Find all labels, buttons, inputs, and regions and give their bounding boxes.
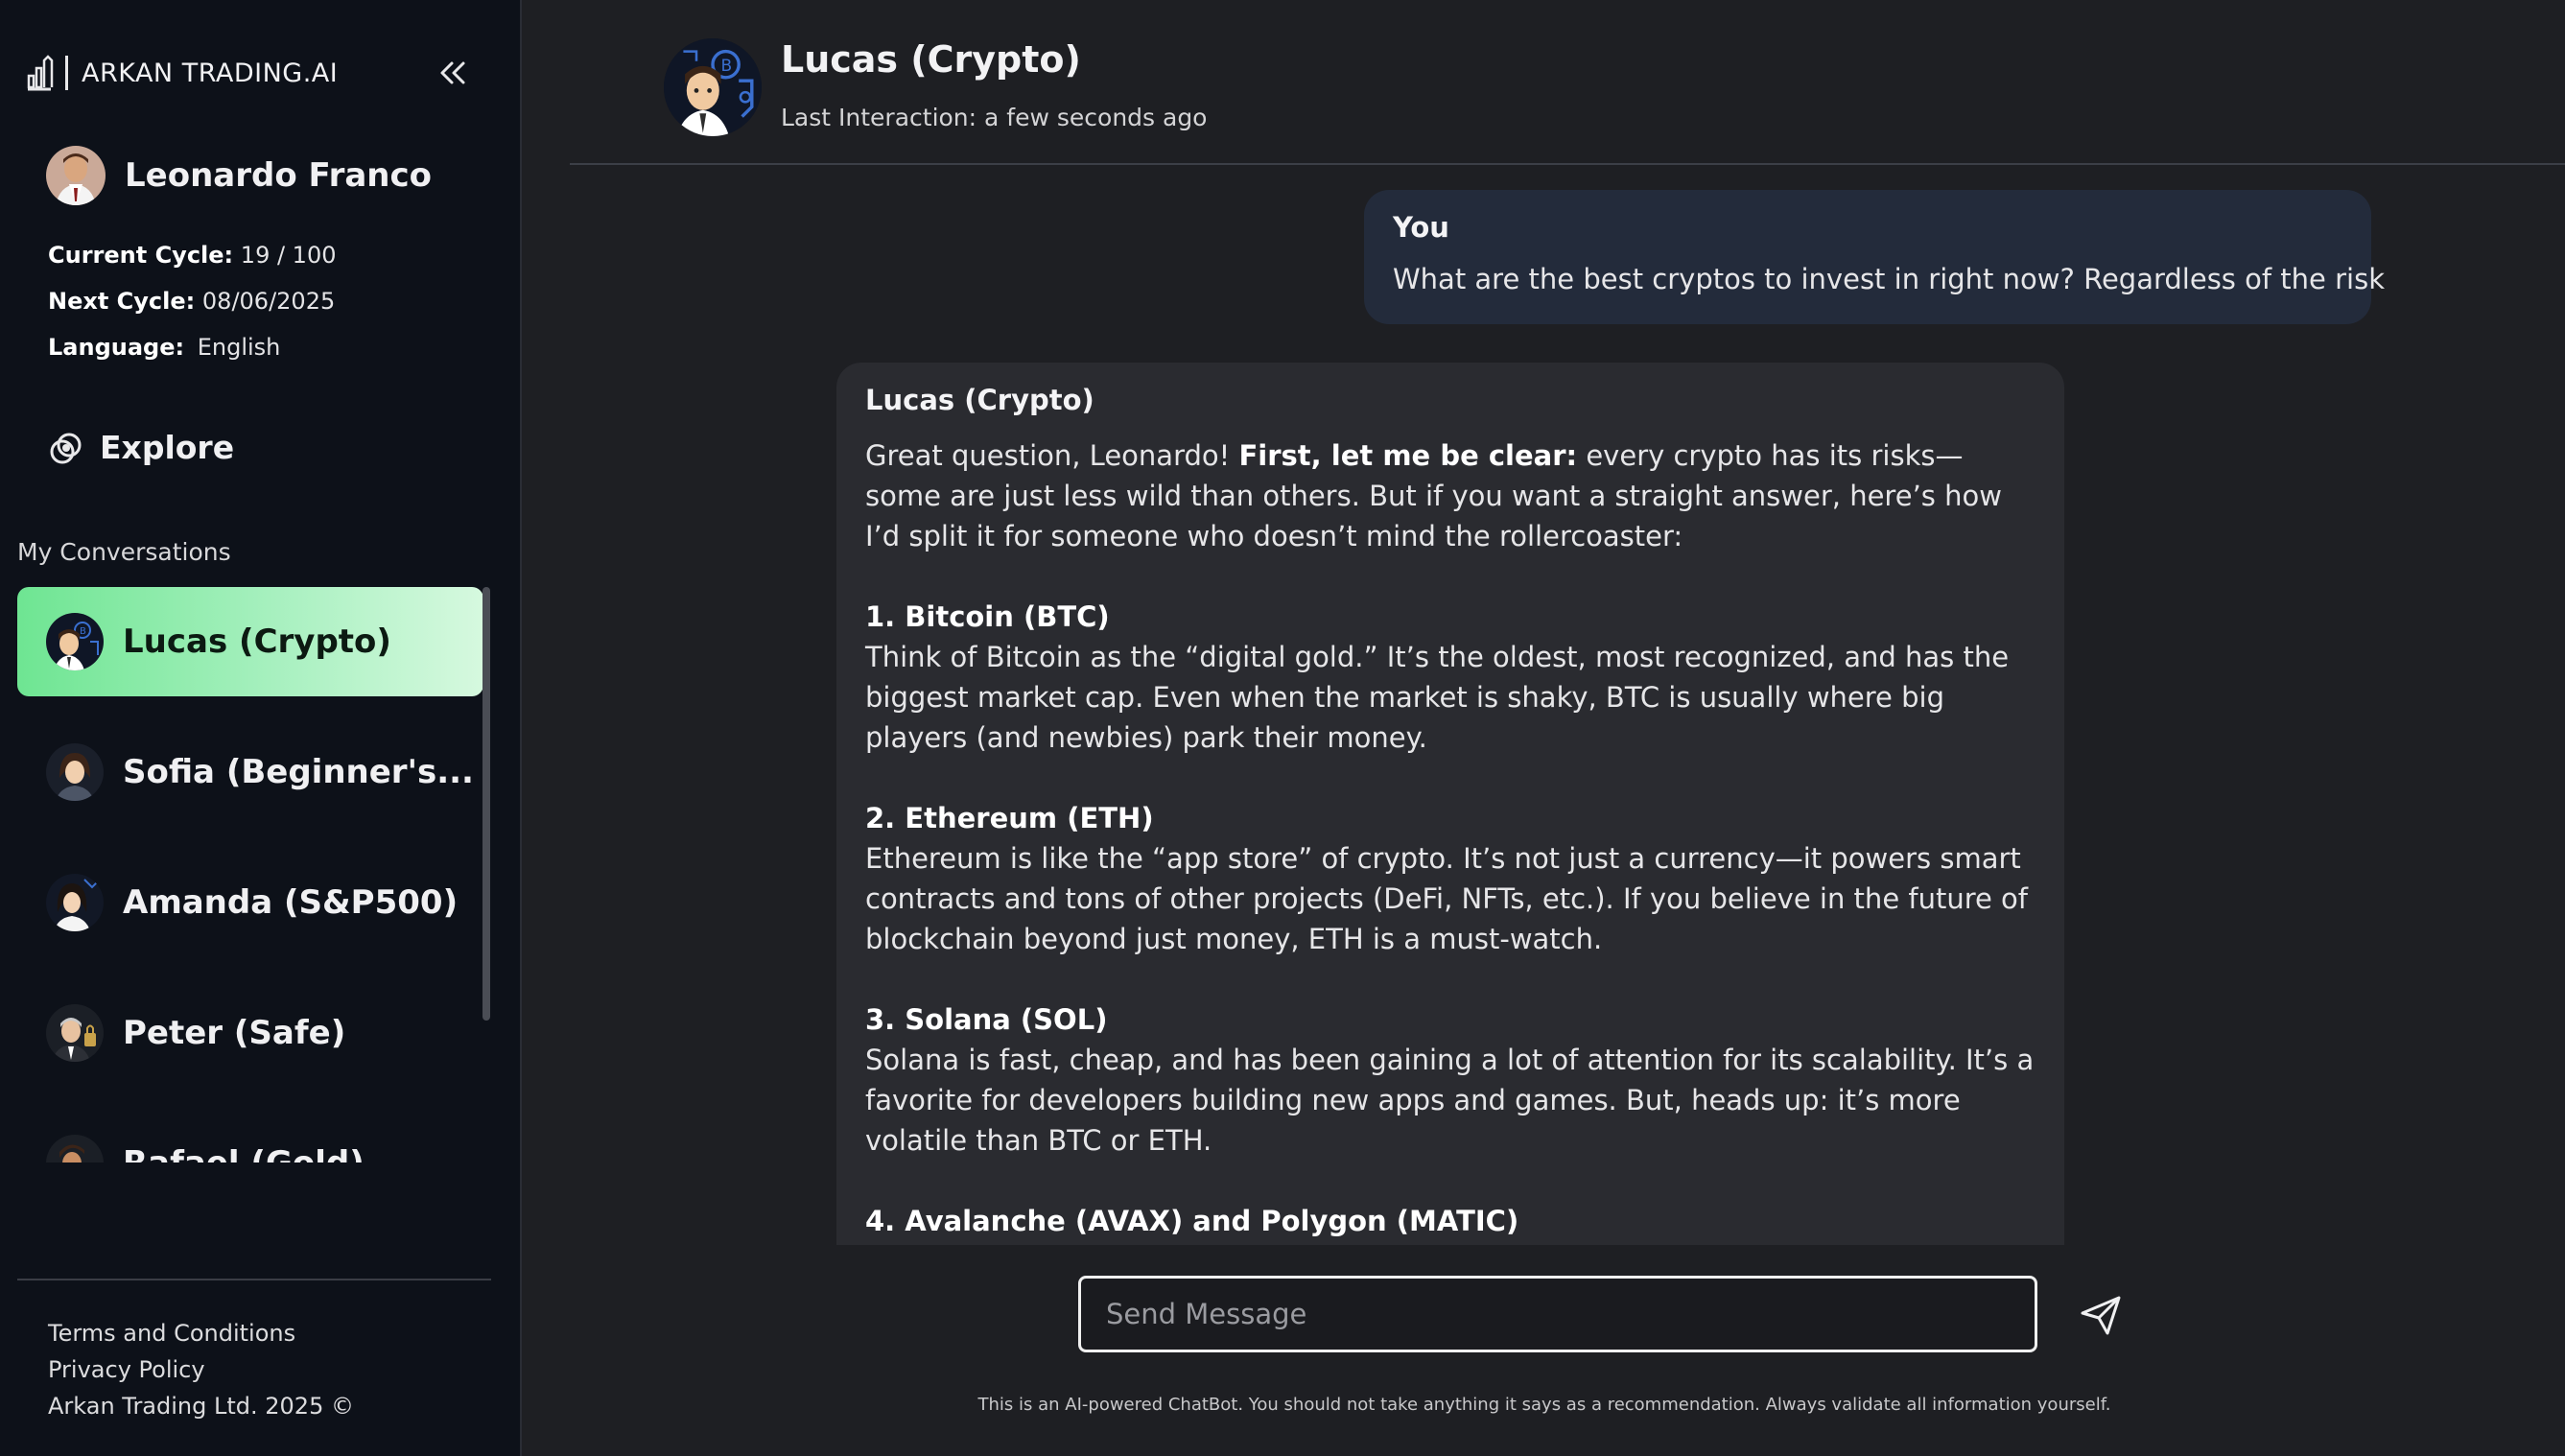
avatar [46,874,104,931]
sofia-avatar-icon [46,743,104,801]
heading-avalanche-polygon: 4. Avalanche (AVAX) and Polygon (MATIC) [865,1205,1519,1237]
user-avatar-icon [46,146,106,205]
nav-explore[interactable]: Explore [48,429,234,466]
double-chevron-left-icon [440,61,465,84]
message-composer[interactable] [1078,1276,2037,1352]
language-setting[interactable]: Language: English [48,334,280,361]
svg-text:B: B [80,626,86,637]
bot-message: Lucas (Crypto) Great question, Leonardo!… [836,363,2064,1245]
current-cycle: Current Cycle: 19 / 100 [48,242,337,269]
sidebar: ARKAN TRADING.AI Leonardo Franco Current… [0,0,522,1456]
brand[interactable]: ARKAN TRADING.AI [25,54,338,92]
message-heading: 4. Avalanche (AVAX) and Polygon (MATIC) [865,1201,2036,1241]
conversation-list[interactable]: B Lucas (Crypto) Sofia (Beginner's... Am… [17,587,485,1162]
heading-solana: 3. Solana (SOL) [865,1003,1108,1036]
rafael-avatar-icon [46,1135,104,1162]
message-author: Lucas (Crypto) [865,384,1094,416]
conversation-label: Sofia (Beginner's... [123,753,474,791]
intro-emphasis: First, let me be clear: [1238,439,1578,472]
message-paragraph: Ethereum is like the “app store” of cryp… [865,842,2029,955]
conversation-label: Lucas (Crypto) [123,622,391,661]
conversation-item-lucas[interactable]: B Lucas (Crypto) [17,587,483,696]
lucas-avatar-icon: B [46,613,104,670]
conversation-item-amanda[interactable]: Amanda (S&P500) [17,848,483,957]
current-cycle-label: Current Cycle: [48,242,234,269]
conversation-label: Peter (Safe) [123,1014,346,1052]
disclaimer: This is an AI-powered ChatBot. You shoul… [977,1395,2111,1415]
language-label: Language: [48,334,185,361]
paper-plane-icon [2081,1296,2121,1335]
user-profile[interactable]: Leonardo Franco [46,146,432,205]
conversation-label: Rafael (Gold) [123,1144,365,1162]
conversation-scrollbar[interactable] [482,587,490,1021]
terms-link[interactable]: Terms and Conditions [48,1320,295,1347]
avatar [46,1135,104,1162]
user-message: You What are the best cryptos to invest … [1364,190,2385,324]
peter-avatar-icon [46,1004,104,1062]
heading-ethereum: 2. Ethereum (ETH) [865,802,1154,834]
current-cycle-value: 19 / 100 [240,242,337,269]
message-paragraph: Great question, Leonardo! First, let me … [865,435,2036,556]
message-text: Great question, Leonardo! First, let me … [865,435,2036,1241]
sidebar-divider [17,1279,491,1280]
copyright-text: Arkan Trading Ltd. 2025 © [48,1393,354,1420]
amanda-avatar-icon [46,874,104,931]
next-cycle-label: Next Cycle: [48,288,196,315]
privacy-link[interactable]: Privacy Policy [48,1356,205,1383]
language-value: English [197,334,281,361]
svg-text:B: B [721,57,733,76]
next-cycle-value: 08/06/2025 [201,288,336,315]
message-heading: 3. Solana (SOL) [865,999,2036,1040]
send-button[interactable] [2076,1290,2126,1340]
conversation-item-rafael[interactable]: Rafael (Gold) [17,1109,483,1162]
message-author: You [1393,211,1449,244]
message-list[interactable]: You What are the best cryptos to invest … [524,165,2565,1245]
explore-label: Explore [100,429,235,466]
avatar [46,1004,104,1062]
intro-text: Great question, Leonardo! [865,439,1239,472]
conversation-item-sofia[interactable]: Sofia (Beginner's... [17,717,483,827]
lucas-avatar-icon: B [664,38,762,136]
avatar: B [664,38,762,136]
message-heading: 1. Bitcoin (BTC) [865,597,2036,637]
brand-separator [65,56,68,90]
message-text: What are the best cryptos to invest in r… [1393,263,2385,295]
conversation-label: Amanda (S&P500) [123,883,459,922]
last-interaction: Last Interaction: a few seconds ago [781,104,1208,131]
brand-name: ARKAN TRADING.AI [82,58,339,88]
user-name: Leonardo Franco [125,156,433,195]
message-paragraph: Solana is fast, cheap, and has been gain… [865,1044,2035,1157]
chat-panel: B Lucas (Crypto) Last Interaction: a few… [524,0,2565,1456]
avatar [46,146,106,205]
message-heading: 2. Ethereum (ETH) [865,798,2036,838]
message-input[interactable] [1106,1298,2010,1330]
chat-title: Lucas (Crypto) [781,38,1081,81]
conversations-heading: My Conversations [17,538,231,566]
next-cycle: Next Cycle: 08/06/2025 [48,288,335,315]
chat-header: B Lucas (Crypto) Last Interaction: a few… [524,0,2565,165]
collapse-sidebar-button[interactable] [434,56,472,90]
heading-bitcoin: 1. Bitcoin (BTC) [865,600,1110,633]
compass-rings-icon [50,433,82,463]
chart-bars-icon [27,55,54,91]
message-paragraph: Think of Bitcoin as the “digital gold.” … [865,641,2010,754]
conversation-item-peter[interactable]: Peter (Safe) [17,978,483,1088]
avatar: B [46,613,104,670]
avatar [46,743,104,801]
